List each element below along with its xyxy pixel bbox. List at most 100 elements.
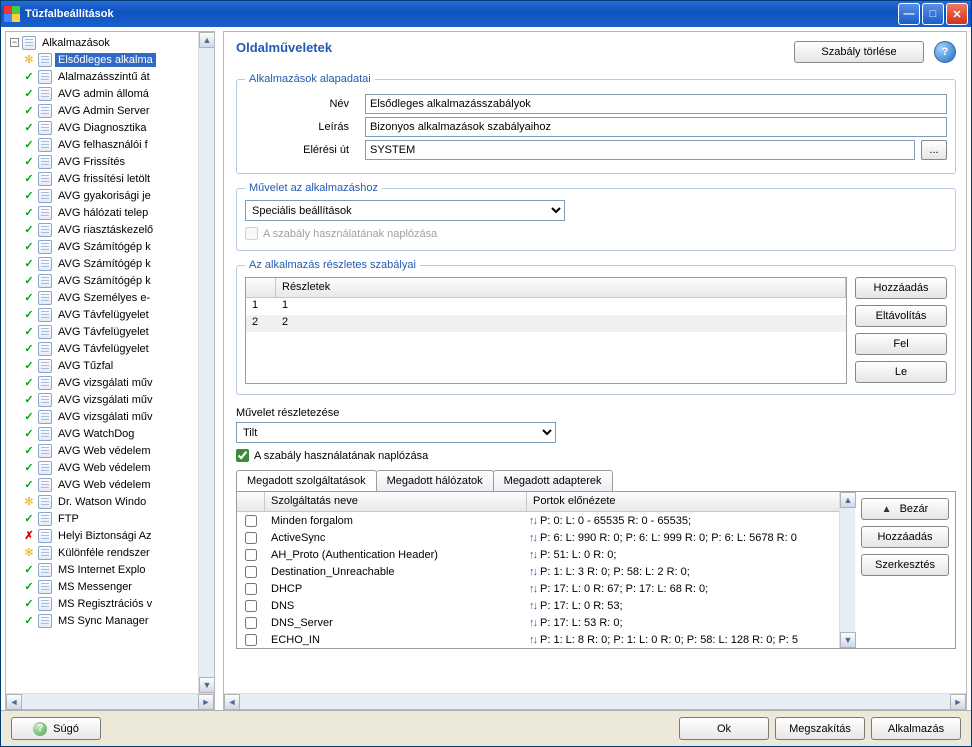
tree-item[interactable]: AVG Admin Server (55, 104, 153, 118)
minimize-button[interactable]: — (898, 3, 920, 25)
rule-down-button[interactable]: Le (855, 361, 947, 383)
scroll-down-icon[interactable]: ▼ (199, 677, 214, 693)
service-checkbox[interactable] (245, 600, 257, 612)
close-button[interactable]: ✕ (946, 3, 968, 25)
services-scrollbar-v[interactable]: ▲ ▼ (839, 492, 855, 648)
tree-item[interactable]: AVG Diagnosztika (55, 121, 149, 135)
tree-item[interactable]: AVG riasztáskezelő (55, 223, 156, 237)
svc-scroll-up-icon[interactable]: ▲ (840, 492, 856, 508)
tree-item[interactable]: AVG Web védelem (55, 444, 154, 458)
service-checkbox[interactable] (245, 515, 257, 527)
tree-item[interactable]: AVG Távfelügyelet (55, 308, 152, 322)
rules-table[interactable]: Részletek 1122 (245, 277, 847, 384)
tree-item[interactable]: AVG Web védelem (55, 461, 154, 475)
bottom-bar: ?Súgó Ok Megszakítás Alkalmazás (1, 710, 971, 746)
service-row[interactable]: ActiveSync↑↓P: 6: L: 990 R: 0; P: 6: L: … (237, 529, 839, 546)
service-row[interactable]: DNS↑↓P: 17: L: 0 R: 53; (237, 597, 839, 614)
tree-scrollbar-v[interactable]: ▲ ▼ (198, 32, 214, 693)
services-table[interactable]: Szolgáltatás neve Portok előnézete Minde… (237, 492, 839, 648)
main-scroll-right-icon[interactable]: ► (950, 694, 966, 710)
scroll-up-icon[interactable]: ▲ (199, 32, 214, 48)
rule-up-button[interactable]: Fel (855, 333, 947, 355)
titlebar[interactable]: Tűzfalbeállítások — □ ✕ (1, 1, 971, 27)
tree-item[interactable]: AVG Web védelem (55, 478, 154, 492)
tree-item[interactable]: AVG Személyes e- (55, 291, 153, 305)
tree-item[interactable]: AVG Távfelügyelet (55, 325, 152, 339)
cancel-button[interactable]: Megszakítás (775, 717, 865, 740)
help-icon[interactable]: ? (934, 41, 956, 63)
tree-item[interactable]: Elsődleges alkalma (55, 53, 156, 67)
tree-root-label[interactable]: Alkalmazások (39, 36, 113, 50)
tree-item[interactable]: Alalmazásszintű át (55, 70, 153, 84)
op-detail-combo[interactable]: Tilt (236, 422, 556, 443)
tree-item[interactable]: AVG vizsgálati műv (55, 376, 156, 390)
tree-item[interactable]: MS Regisztrációs v (55, 597, 155, 611)
main-scroll-left-icon[interactable]: ◄ (224, 694, 240, 710)
service-row[interactable]: ECHO_IN↑↓P: 1: L: 8 R: 0; P: 1: L: 0 R: … (237, 631, 839, 648)
table-row[interactable]: 11 (246, 298, 846, 315)
service-row[interactable]: DNS_Server↑↓P: 17: L: 53 R: 0; (237, 614, 839, 631)
tree-item[interactable]: AVG vizsgálati műv (55, 410, 156, 424)
service-row[interactable]: Minden forgalom↑↓P: 0: L: 0 - 65535 R: 0… (237, 512, 839, 529)
tree-item[interactable]: AVG felhasználói f (55, 138, 151, 152)
tree-item[interactable]: AVG Számítógép k (55, 274, 154, 288)
service-checkbox[interactable] (245, 617, 257, 629)
tree-scrollbar-h[interactable]: ◄ ► (6, 693, 214, 709)
svc-scroll-down-icon[interactable]: ▼ (840, 632, 856, 648)
table-row[interactable]: 22 (246, 315, 846, 332)
service-checkbox[interactable] (245, 549, 257, 561)
service-row[interactable]: DHCP↑↓P: 17: L: 0 R: 67; P: 17: L: 68 R:… (237, 580, 839, 597)
tree-item[interactable]: MS Internet Explo (55, 563, 148, 577)
tree-item[interactable]: FTP (55, 512, 82, 526)
tree-item[interactable]: AVG Tűzfal (55, 359, 116, 373)
tree-item[interactable]: AVG Frissítés (55, 155, 128, 169)
rule-add-button[interactable]: Hozzáadás (855, 277, 947, 299)
scroll-right-icon[interactable]: ► (198, 694, 214, 710)
path-input[interactable] (365, 140, 915, 160)
tree-item[interactable]: AVG Távfelügyelet (55, 342, 152, 356)
tab-networks[interactable]: Megadott hálózatok (376, 470, 494, 491)
service-row[interactable]: Destination_Unreachable↑↓P: 1: L: 3 R: 0… (237, 563, 839, 580)
column-resize-handle[interactable] (839, 278, 845, 297)
tree-item[interactable]: AVG Számítógép k (55, 240, 154, 254)
maximize-button[interactable]: □ (922, 3, 944, 25)
tree-item[interactable]: Dr. Watson Windo (55, 495, 149, 509)
main-scrollbar-h[interactable]: ◄ ► (224, 693, 966, 709)
tab-services[interactable]: Megadott szolgáltatások (236, 470, 377, 491)
service-row[interactable]: AH_Proto (Authentication Header)↑↓P: 51:… (237, 546, 839, 563)
app-tree[interactable]: − Alkalmazások ✻Elsődleges alkalma✓Alalm… (6, 32, 198, 693)
tree-item[interactable]: AVG vizsgálati műv (55, 393, 156, 407)
log-usage-label: A szabály használatának naplózása (254, 450, 428, 462)
help-button[interactable]: ?Súgó (11, 717, 101, 740)
service-checkbox[interactable] (245, 566, 257, 578)
tree-item[interactable]: AVG admin állomá (55, 87, 152, 101)
document-icon (38, 104, 52, 118)
log-usage-checkbox[interactable] (236, 449, 249, 462)
tree-item[interactable]: AVG WatchDog (55, 427, 137, 441)
name-input[interactable] (365, 94, 947, 114)
ok-button[interactable]: Ok (679, 717, 769, 740)
tree-item[interactable]: Helyi Biztonsági Az (55, 529, 155, 543)
tree-collapse-icon[interactable]: − (10, 38, 19, 47)
service-checkbox[interactable] (245, 532, 257, 544)
rule-remove-button[interactable]: Eltávolítás (855, 305, 947, 327)
action-combo[interactable]: Speciális beállítások (245, 200, 565, 221)
services-edit-button[interactable]: Szerkesztés (861, 554, 949, 576)
desc-input[interactable] (365, 117, 947, 137)
tree-item[interactable]: MS Sync Manager (55, 614, 151, 628)
apply-button[interactable]: Alkalmazás (871, 717, 961, 740)
service-checkbox[interactable] (245, 634, 257, 646)
tree-item[interactable]: Különféle rendszer (55, 546, 153, 560)
delete-rule-button[interactable]: Szabály törlése (794, 41, 924, 63)
tree-item[interactable]: AVG frissítési letölt (55, 172, 153, 186)
scroll-left-icon[interactable]: ◄ (6, 694, 22, 710)
tab-adapters[interactable]: Megadott adapterek (493, 470, 613, 491)
tree-item[interactable]: AVG hálózati telep (55, 206, 151, 220)
service-checkbox[interactable] (245, 583, 257, 595)
services-add-button[interactable]: Hozzáadás (861, 526, 949, 548)
tree-item[interactable]: AVG gyakorisági je (55, 189, 154, 203)
tree-item[interactable]: MS Messenger (55, 580, 135, 594)
services-close-button[interactable]: ▲Bezár (861, 498, 949, 520)
browse-button[interactable]: ... (921, 140, 947, 160)
tree-item[interactable]: AVG Számítógép k (55, 257, 154, 271)
